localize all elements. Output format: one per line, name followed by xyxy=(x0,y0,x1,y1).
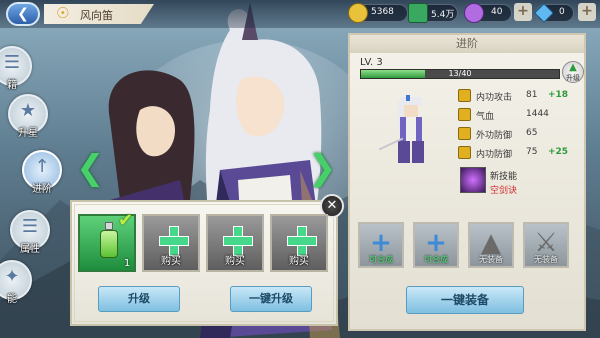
back-arrow-icon: ❮ xyxy=(17,6,29,22)
stat-name: 外功防御 xyxy=(476,131,513,141)
nav-item-skill[interactable]: ✦ 能 xyxy=(0,258,32,306)
stats-list: 内功攻击 81 +18 气血 1444 外功防御 65 内功防御 75 +25 xyxy=(458,87,582,163)
plus-icon: + xyxy=(370,228,392,258)
level-up-label: 升级 xyxy=(566,74,580,82)
level-label: LV. 3 xyxy=(360,57,383,68)
jade-counter: 5.4万 xyxy=(408,3,458,23)
jade-value: 5.4万 xyxy=(431,10,455,20)
weapon-icon: ⚔ xyxy=(534,228,558,258)
exp-text: 13/40 xyxy=(448,69,472,78)
add-diamond-button[interactable]: + xyxy=(578,3,596,21)
green-potion-icon xyxy=(100,222,118,260)
purple-orb-icon xyxy=(464,3,484,23)
equipment-slot-craftable[interactable]: + 可合成 xyxy=(358,222,404,268)
plus-icon xyxy=(159,226,189,256)
material-slot-buy[interactable]: 购买 xyxy=(206,214,264,272)
key-icon: ☉ xyxy=(56,4,70,22)
buy-label: 购买 xyxy=(289,256,309,267)
plus-icon xyxy=(223,226,253,256)
armor-icon: ▲ xyxy=(481,228,501,258)
diamond-counter: 0 xyxy=(534,3,574,23)
upgrade-button[interactable]: 升级 xyxy=(98,286,180,312)
nav-label: 能 xyxy=(7,294,17,305)
nav-item-book[interactable]: ☰ 籍 xyxy=(0,44,32,92)
book-icon: ☰ xyxy=(3,52,21,73)
equip-status: 可合成 xyxy=(424,255,448,264)
stat-name: 气血 xyxy=(476,112,495,122)
nav-label: 籍 xyxy=(7,80,17,91)
stat-name: 内功攻击 xyxy=(476,93,513,103)
exp-progress-bar: 13/40 xyxy=(360,69,560,79)
plus-icon: + xyxy=(425,228,447,258)
gold-counter: 5368 xyxy=(348,3,408,23)
equipment-slot-craftable[interactable]: + 可合成 xyxy=(413,222,459,268)
nav-label: 进阶 xyxy=(32,184,52,195)
next-hero-arrow[interactable]: ❯ xyxy=(308,148,337,188)
star-icon: ★ xyxy=(19,100,37,121)
equip-status: 无装备 xyxy=(534,255,558,264)
nav-label: 升星 xyxy=(18,128,38,139)
nav-item-star[interactable]: ★ 升星 xyxy=(0,92,48,140)
stat-row: 外功防御 65 xyxy=(458,125,582,144)
nav-label: 属性 xyxy=(20,244,40,255)
back-button[interactable]: ❮ xyxy=(6,2,40,26)
panel-title: 进阶 xyxy=(350,35,584,53)
close-icon: ✕ xyxy=(326,198,338,213)
checkmark-icon: ✔ xyxy=(118,210,134,231)
material-slot-buy[interactable]: 购买 xyxy=(270,214,328,272)
level-up-button[interactable]: ▲ 升级 xyxy=(562,61,584,83)
equipment-slot-empty[interactable]: ▲ 无装备 xyxy=(468,222,514,268)
diamond-value: 0 xyxy=(559,7,565,17)
list-icon: ☰ xyxy=(21,216,39,237)
potion-count: 1 xyxy=(124,258,131,269)
new-skill-label: 新技能 xyxy=(490,172,518,182)
stat-row: 内功防御 75 +25 xyxy=(458,144,582,163)
skill-icon: ✦ xyxy=(4,266,20,287)
jade-icon xyxy=(408,3,428,23)
equipment-slot-empty[interactable]: ⚔ 无装备 xyxy=(523,222,569,268)
upgrade-all-button[interactable]: 一键升级 xyxy=(230,286,312,312)
stat-value: 75 xyxy=(526,147,538,157)
equip-status: 无装备 xyxy=(479,255,503,264)
new-skill-icon[interactable] xyxy=(460,167,486,193)
nav-item-attributes[interactable]: ☰ 属性 xyxy=(0,208,50,256)
attack-icon xyxy=(458,89,471,102)
page-title: 风向笛 xyxy=(80,9,113,22)
buy-label: 购买 xyxy=(161,256,181,267)
equip-all-button[interactable]: 一键装备 xyxy=(406,286,524,314)
buy-label: 购买 xyxy=(225,256,245,267)
gold-coin-icon xyxy=(348,3,368,23)
material-slot-buy[interactable]: 购买 xyxy=(142,214,200,272)
stat-value: 1444 xyxy=(526,109,549,119)
inner-defense-icon xyxy=(458,146,471,159)
plus-icon xyxy=(287,226,317,256)
nav-item-advance[interactable]: ↑ 进阶 xyxy=(12,148,62,196)
stat-name: 内功防御 xyxy=(476,150,513,160)
stat-row: 气血 1444 xyxy=(458,106,582,125)
hero-sprite xyxy=(378,95,424,163)
up-arrow-icon: ▲ xyxy=(569,62,577,73)
prev-hero-arrow[interactable]: ❮ xyxy=(76,148,105,188)
stat-bonus: +18 xyxy=(548,90,569,100)
stat-value: 81 xyxy=(526,90,538,100)
orb-value: 40 xyxy=(491,7,503,17)
stat-row: 内功攻击 81 +18 xyxy=(458,87,582,106)
defense-icon xyxy=(458,127,471,140)
add-orb-button[interactable]: + xyxy=(514,3,532,21)
skill-name: 空剑诀 xyxy=(490,186,518,196)
stat-value: 65 xyxy=(526,128,538,138)
equip-status: 可合成 xyxy=(369,255,393,264)
hp-icon xyxy=(458,108,471,121)
gold-value: 5368 xyxy=(371,7,394,17)
orb-counter: 40 xyxy=(464,3,512,23)
advance-arrow-icon: ↑ xyxy=(34,156,50,177)
stat-bonus: +25 xyxy=(548,147,569,157)
